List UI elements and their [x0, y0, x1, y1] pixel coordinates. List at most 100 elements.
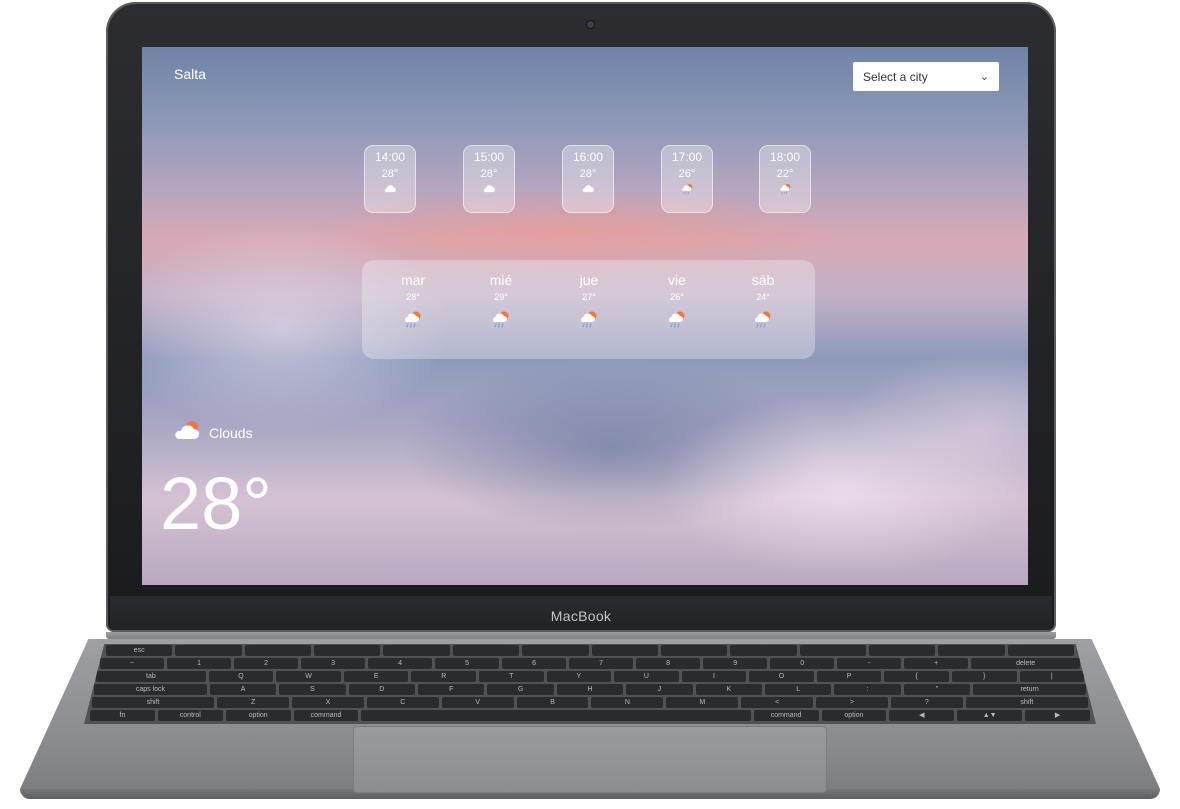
city-select-dropdown[interactable]: Select a city ⌄: [853, 62, 999, 91]
day-name: sáb: [751, 272, 775, 288]
keyboard-key[interactable]: shift: [92, 697, 215, 708]
keyboard-key[interactable]: tab: [96, 671, 206, 682]
keyboard-key[interactable]: H: [556, 684, 624, 695]
keyboard-key[interactable]: {: [884, 671, 949, 682]
cloud-sun-icon: [172, 419, 202, 446]
city-name: Salta: [174, 66, 206, 82]
hour-card[interactable]: 18:00 22°: [759, 145, 811, 213]
rain-sun-icon: [760, 183, 810, 197]
keyboard-key[interactable]: fn: [90, 710, 155, 721]
hour-time: 16:00: [572, 150, 604, 164]
hour-time: 17:00: [671, 150, 703, 164]
day-forecast[interactable]: vie 26°: [647, 260, 707, 334]
keyboard-key[interactable]: esc: [106, 645, 173, 656]
keyboard-key[interactable]: [591, 645, 658, 656]
keyboard-key[interactable]: [868, 645, 936, 656]
keyboard-key[interactable]: [522, 645, 589, 656]
keyboard-key[interactable]: |: [1019, 671, 1085, 682]
keyboard-key[interactable]: ~: [100, 658, 165, 669]
hour-card[interactable]: 17:00 26°: [661, 145, 713, 213]
keyboard-key[interactable]: J: [626, 684, 693, 695]
keyboard-key[interactable]: ▲▼: [957, 710, 1023, 721]
keyboard-key[interactable]: 3: [301, 658, 366, 669]
keyboard-key[interactable]: return: [973, 684, 1087, 695]
keyboard-key[interactable]: +: [904, 658, 969, 669]
keyboard-key[interactable]: G: [487, 684, 554, 695]
keyboard-key[interactable]: X: [292, 697, 364, 708]
keyboard-key[interactable]: 5: [435, 658, 500, 669]
keyboard-key[interactable]: control: [157, 710, 223, 721]
keyboard-key[interactable]: D: [348, 684, 416, 695]
keyboard-key[interactable]: [452, 645, 520, 656]
keyboard-key[interactable]: I: [681, 671, 747, 682]
camera: [587, 21, 594, 28]
keyboard-key[interactable]: V: [441, 697, 514, 708]
keyboard-key[interactable]: 6: [502, 658, 567, 669]
keyboard-key[interactable]: T: [479, 671, 544, 682]
keyboard-key[interactable]: B: [516, 697, 589, 708]
keyboard-key[interactable]: ▶: [1025, 710, 1090, 721]
keyboard-key[interactable]: Q: [208, 671, 274, 682]
keyboard-key[interactable]: command: [753, 710, 819, 721]
keyboard-key[interactable]: E: [343, 671, 409, 682]
keyboard-key[interactable]: A: [209, 684, 277, 695]
keyboard-key[interactable]: P: [816, 671, 882, 682]
day-forecast[interactable]: jue 27°: [559, 260, 619, 334]
keyboard-key[interactable]: C: [366, 697, 439, 708]
keyboard-key[interactable]: shift: [965, 697, 1088, 708]
hour-card[interactable]: 14:00 28°: [364, 145, 416, 213]
day-forecast[interactable]: mié 29°: [471, 260, 531, 334]
keyboard-key[interactable]: O: [749, 671, 814, 682]
keyboard-key[interactable]: 4: [368, 658, 433, 669]
hour-card[interactable]: 15:00 28°: [463, 145, 515, 213]
keyboard-key[interactable]: K: [695, 684, 762, 695]
keyboard-key[interactable]: delete: [971, 658, 1081, 669]
keyboard-key[interactable]: N: [591, 697, 664, 708]
keyboard-key[interactable]: [938, 645, 1005, 656]
rain-sun-icon: [471, 310, 531, 334]
chevron-down-icon: ⌄: [979, 71, 989, 83]
keyboard-key[interactable]: [730, 645, 797, 656]
keyboard-key[interactable]: >: [816, 697, 888, 708]
keyboard-key[interactable]: ?: [890, 697, 963, 708]
keyboard-key[interactable]: 7: [569, 658, 634, 669]
keyboard-key[interactable]: U: [614, 671, 679, 682]
keyboard-key[interactable]: [175, 645, 242, 656]
keyboard-key[interactable]: -: [837, 658, 902, 669]
trackpad[interactable]: [353, 726, 827, 793]
keyboard-key[interactable]: [361, 710, 751, 721]
keyboard-key[interactable]: <: [741, 697, 814, 708]
hour-time: 15:00: [473, 150, 505, 164]
keyboard-key[interactable]: R: [411, 671, 476, 682]
keyboard-key[interactable]: L: [764, 684, 832, 695]
day-forecast[interactable]: mar 28°: [383, 260, 443, 334]
keyboard-key[interactable]: ": [903, 684, 971, 695]
keyboard-key[interactable]: M: [666, 697, 739, 708]
keyboard-key[interactable]: 0: [770, 658, 835, 669]
keyboard-key[interactable]: 2: [234, 658, 299, 669]
keyboard-key[interactable]: [314, 645, 381, 656]
hour-card[interactable]: 16:00 28°: [562, 145, 614, 213]
keyboard-key[interactable]: W: [276, 671, 341, 682]
keyboard-key[interactable]: 1: [167, 658, 232, 669]
keyboard-key[interactable]: }: [951, 671, 1017, 682]
keyboard-key[interactable]: :: [834, 684, 901, 695]
keyboard-key[interactable]: command: [293, 710, 359, 721]
keyboard-key[interactable]: Z: [217, 697, 290, 708]
keyboard-key[interactable]: option: [821, 710, 887, 721]
keyboard-key[interactable]: [383, 645, 450, 656]
keyboard-key[interactable]: [1007, 645, 1075, 656]
keyboard-key[interactable]: [660, 645, 728, 656]
keyboard-row: tab Q W E R T Y U I O P{} |: [96, 671, 1085, 682]
keyboard-key[interactable]: ◀: [889, 710, 955, 721]
keyboard-key[interactable]: [799, 645, 866, 656]
keyboard-key[interactable]: S: [279, 684, 346, 695]
keyboard-key[interactable]: F: [418, 684, 485, 695]
keyboard-key[interactable]: [244, 645, 312, 656]
day-forecast[interactable]: sáb 24°: [733, 260, 793, 334]
keyboard-key[interactable]: 9: [703, 658, 768, 669]
keyboard-key[interactable]: Y: [546, 671, 612, 682]
keyboard-key[interactable]: option: [225, 710, 291, 721]
keyboard-key[interactable]: caps lock: [94, 684, 207, 695]
keyboard-key[interactable]: 8: [636, 658, 701, 669]
